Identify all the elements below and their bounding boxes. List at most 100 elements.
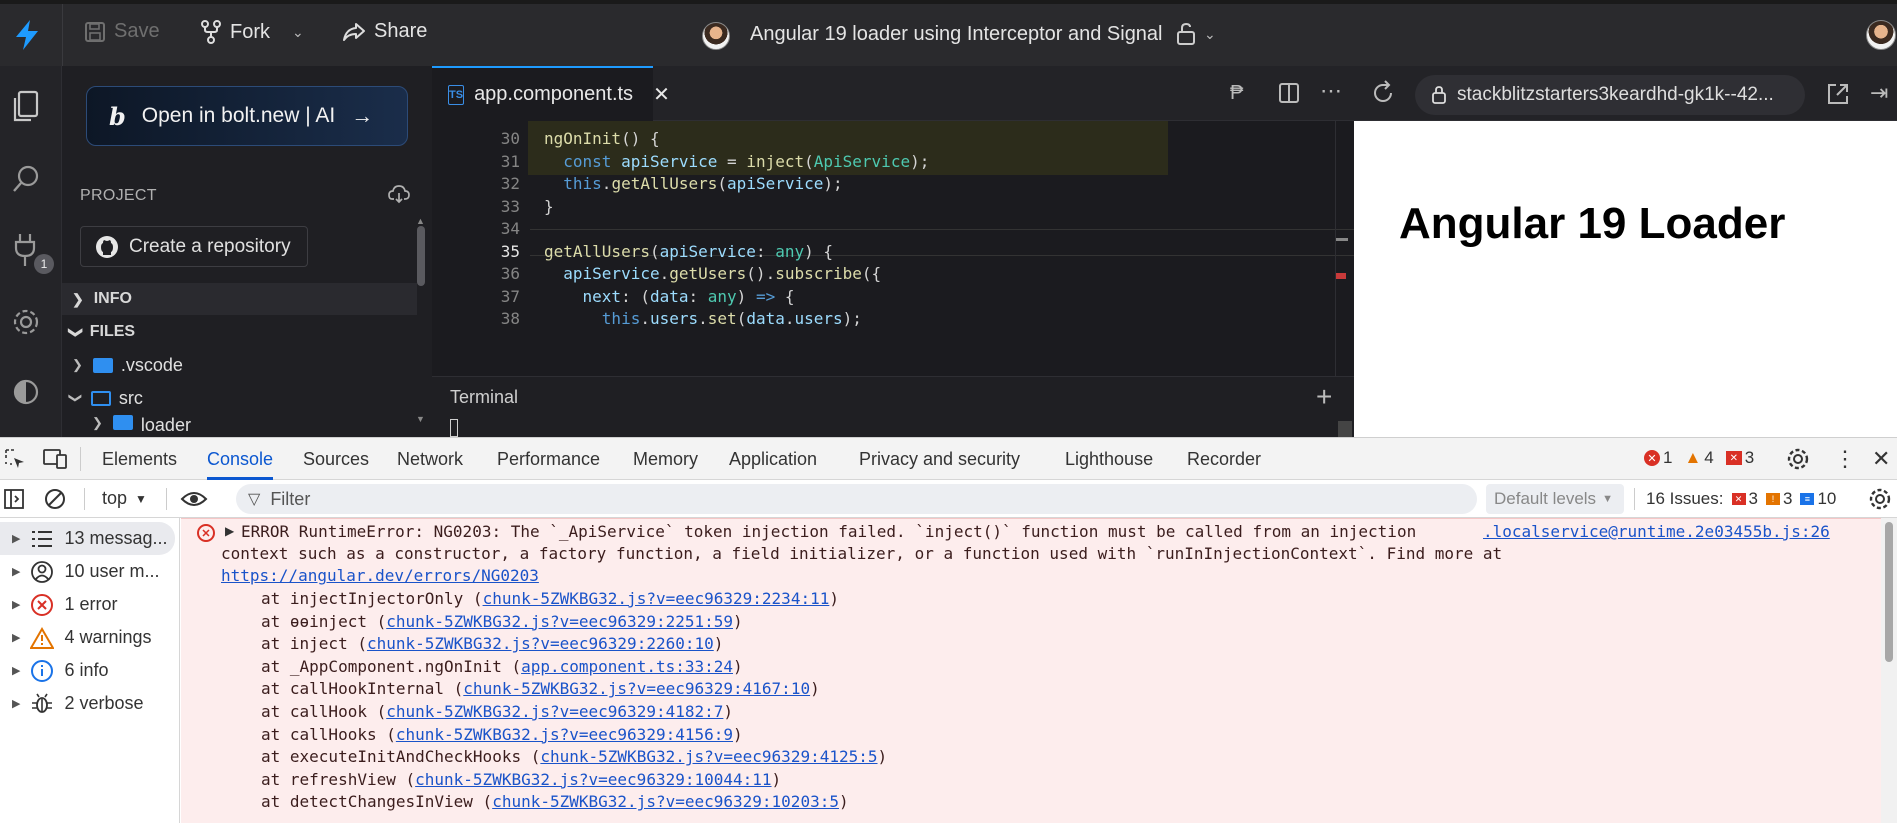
console-filter-item[interactable]: ▶ 10 user m... [0, 555, 175, 588]
author-avatar[interactable] [702, 22, 730, 50]
inspect-element-icon[interactable] [4, 448, 26, 475]
clear-console-icon[interactable] [44, 488, 66, 515]
tree-item-src[interactable]: ❯ src [62, 382, 417, 414]
download-cloud-icon[interactable] [388, 184, 410, 204]
tab-application[interactable]: Application [729, 438, 817, 480]
log-levels-dropdown[interactable]: Default levels ▼ [1486, 484, 1624, 514]
stack-frame-link[interactable]: chunk-5ZWKBG32.js?v=eec96329:4125:5 [540, 747, 877, 766]
more-options-icon[interactable]: ⋯ [1320, 78, 1342, 104]
visibility-lock-button[interactable]: ⌄ [1176, 22, 1216, 46]
close-icon[interactable]: ✕ [653, 82, 670, 107]
create-repository-button[interactable]: Create a repository [80, 226, 308, 267]
scroll-down-arrow-icon[interactable]: ▼ [416, 414, 425, 424]
console-filter-item[interactable]: ▶ 4 warnings [0, 621, 175, 654]
unlock-icon [1177, 22, 1195, 45]
tab-network[interactable]: Network [397, 438, 463, 480]
files-section-toggle[interactable]: ❯ FILES [62, 316, 417, 348]
stack-frame: at refreshView (chunk-5ZWKBG32.js?v=eec9… [261, 769, 782, 789]
live-expression-eye-icon[interactable] [180, 489, 208, 514]
info-section-toggle[interactable]: ❯ INFO [62, 283, 417, 315]
user-avatar[interactable] [1866, 20, 1896, 50]
tree-item-vscode[interactable]: ❯ .vscode [62, 349, 417, 381]
tab-privacy-and-security[interactable]: Privacy and security [859, 438, 1020, 480]
code-line[interactable]: 38 this.users.set(data.users); [432, 305, 1354, 332]
terminal-scrollbar[interactable] [1338, 421, 1352, 438]
expand-arrow-icon: ▶ [12, 698, 21, 710]
context-selector[interactable]: top ▼ [102, 488, 147, 509]
sidebar-scrollbar[interactable] [417, 226, 425, 286]
tree-item-loader[interactable]: ❯ loader [62, 415, 417, 437]
tab-elements[interactable]: Elements [102, 438, 177, 480]
fork-dropdown-chevron-icon[interactable]: ⌄ [292, 24, 304, 41]
console-filter-label: 13 messag... [64, 528, 168, 548]
console-filter-label: 4 warnings [64, 627, 152, 647]
stack-frame-link[interactable]: chunk-5ZWKBG32.js?v=eec96329:10203:5 [492, 792, 839, 811]
refresh-icon[interactable] [1370, 80, 1396, 111]
show-sidebar-icon[interactable] [4, 489, 24, 514]
stack-frame-link[interactable]: app.component.ts:33:24 [521, 657, 733, 676]
create-repository-label: Create a repository [129, 235, 291, 257]
expand-arrow-icon: ▶ [12, 533, 21, 545]
console-sidebar: ▶ 13 messag... ▶ 10 user m... ▶ 1 error ▶ 4 war… [0, 518, 180, 823]
theme-toggle-icon[interactable] [0, 368, 52, 416]
console-filter-item[interactable]: ▶ 2 verbose [0, 687, 175, 720]
preview-url-bar[interactable]: stackblitzstarters3keardhd-gk1k--42... [1415, 75, 1805, 115]
typescript-file-icon: TS [448, 84, 465, 105]
settings-gear-icon[interactable] [0, 298, 52, 346]
console-scrollbar[interactable] [1881, 518, 1897, 823]
files-icon[interactable] [0, 83, 52, 131]
open-new-window-icon[interactable] [1826, 82, 1850, 111]
tab-recorder[interactable]: Recorder [1187, 438, 1261, 480]
save-icon [85, 21, 105, 42]
stack-frame-function: at _AppComponent.ngOnInit ( [261, 656, 522, 676]
bolt-logo-icon: b [109, 101, 126, 131]
share-button[interactable]: Share [342, 20, 427, 43]
format-icon[interactable]: ₱ [1230, 82, 1243, 105]
save-button[interactable]: Save [84, 20, 160, 43]
collapse-preview-icon[interactable]: ⇥ [1870, 80, 1888, 106]
stack-frame-link[interactable]: chunk-5ZWKBG32.js?v=eec96329:2260:10 [367, 634, 714, 653]
error-docs-link[interactable]: https://angular.dev/errors/NG0203 [221, 565, 539, 587]
issues-counter[interactable]: 16 Issues: ✕ 3 ! 3 ≡ 10 [1646, 489, 1836, 509]
console-counts[interactable]: ✕ 1 ▲ 4 ✕ 3 [1644, 448, 1754, 468]
console-filter-item[interactable]: ▶ 13 messag... [0, 522, 175, 555]
scroll-up-arrow-icon[interactable]: ▲ [416, 216, 425, 226]
tab-performance[interactable]: Performance [497, 438, 600, 480]
stack-frame-link[interactable]: chunk-5ZWKBG32.js?v=eec96329:4167:10 [463, 679, 810, 698]
tab-memory[interactable]: Memory [633, 438, 698, 480]
search-icon[interactable] [0, 155, 52, 203]
stack-frame-link[interactable]: chunk-5ZWKBG32.js?v=eec96329:2251:59 [386, 612, 733, 631]
project-title[interactable]: Angular 19 loader using Interceptor and … [750, 23, 1163, 46]
add-terminal-icon[interactable]: + [1316, 381, 1332, 413]
stack-frame-link[interactable]: chunk-5ZWKBG32.js?v=eec96329:4156:9 [396, 725, 733, 744]
lock-icon [1432, 86, 1446, 104]
code-editor[interactable]: 30 ngOnInit() {31 const apiService = inje… [432, 121, 1354, 376]
tab-console[interactable]: Console [207, 438, 274, 480]
error-source-link[interactable]: .localservice@runtime.2e03455b.js:26 [1483, 521, 1830, 543]
stack-frame-link[interactable]: chunk-5ZWKBG32.js?v=eec96329:4182:7 [386, 702, 723, 721]
tab-sources[interactable]: Sources [303, 438, 369, 480]
devtools-close-icon[interactable]: ✕ [1872, 446, 1890, 472]
tab-app-component[interactable]: TS app.component.ts ✕ [432, 66, 670, 121]
stack-frame-link[interactable]: chunk-5ZWKBG32.js?v=eec96329:10044:11 [415, 770, 771, 789]
terminal-panel[interactable]: Terminal + [432, 376, 1354, 438]
console-settings-gear-icon[interactable] [1868, 487, 1892, 516]
split-editor-icon[interactable] [1278, 82, 1300, 109]
tab-lighthouse[interactable]: Lighthouse [1065, 438, 1153, 480]
devtools-more-icon[interactable]: ⋮ [1834, 446, 1856, 472]
console-filter-input[interactable]: ▽ Filter [236, 484, 1477, 514]
fork-button[interactable]: Fork [200, 20, 270, 44]
devtools-settings-gear-icon[interactable] [1786, 447, 1810, 476]
preview-pane: Angular 19 Loader [1354, 121, 1897, 437]
console-filter-item[interactable]: ▶ 1 error [0, 588, 175, 621]
error-icon: ✕ [1644, 450, 1660, 466]
console-error-message[interactable]: ✕ ▶ ERROR RuntimeError: NG0203: The `_Ap… [181, 518, 1881, 823]
stackblitz-logo-icon[interactable] [12, 18, 42, 52]
expand-triangle-icon[interactable]: ▶ [225, 524, 234, 538]
stack-frame-link[interactable]: chunk-5ZWKBG32.js?v=eec96329:2234:11 [483, 589, 830, 608]
share-label: Share [374, 20, 428, 42]
console-filter-item[interactable]: ▶ 6 info [0, 654, 175, 687]
stack-frame: at detectChangesInView (chunk-5ZWKBG32.j… [261, 792, 849, 812]
open-in-bolt-button[interactable]: b Open in bolt.new | AI → [86, 86, 408, 146]
device-toolbar-icon[interactable] [42, 448, 68, 475]
